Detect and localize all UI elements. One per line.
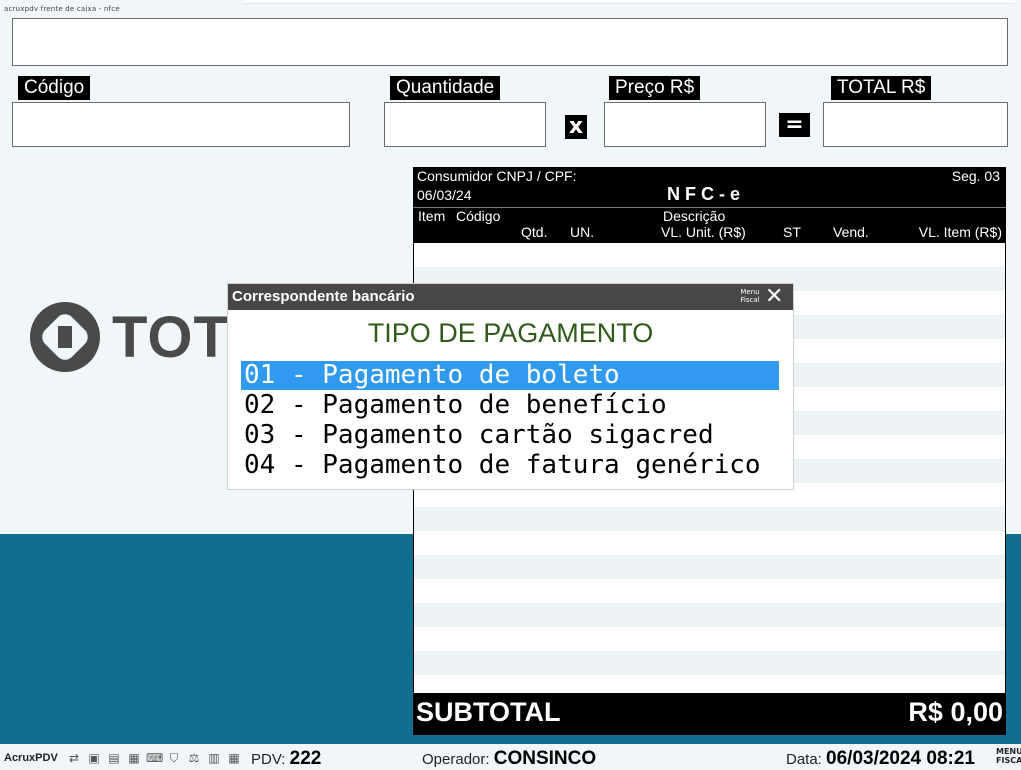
preco-label: Preço R$: [609, 76, 701, 100]
total-label: TOTAL R$: [831, 76, 932, 100]
consumidor-label: Consumidor CNPJ / CPF:: [417, 168, 577, 184]
operador-value: CONSINCO: [493, 748, 597, 769]
payment-option-fatura[interactable]: 04 - Pagamento de fatura genérico: [241, 451, 779, 480]
dialog-titlebar: Correspondente bancário Menu Fiscal ✕: [228, 284, 793, 310]
list-item: [414, 651, 1005, 675]
data-info: Data: 06/03/2024 08:21: [786, 748, 975, 770]
receipt-title: NFC-e: [667, 184, 745, 204]
operador-info: Operador: CONSINCO: [422, 748, 596, 770]
list-item: [414, 579, 1005, 603]
keyboard-icon[interactable]: ⌨: [146, 751, 163, 765]
col-vl-unit: VL. Unit. (R$): [661, 224, 746, 240]
total-field[interactable]: [823, 102, 1008, 147]
quantidade-label: Quantidade: [390, 76, 501, 100]
col-un: UN.: [570, 224, 595, 240]
receipt-header: Consumidor CNPJ / CPF: Seg. 03 06/03/24 …: [413, 167, 1006, 207]
segment-label: Seg. 03: [951, 168, 1000, 184]
equals-icon: =: [779, 113, 810, 137]
dialog-heading: TIPO DE PAGAMENTO: [367, 318, 654, 348]
menu-fiscal-button[interactable]: Menu Fiscal: [739, 288, 761, 304]
subtotal-bar: SUBTOTAL R$ 0,00: [413, 693, 1006, 735]
col-vend: Vend.: [833, 224, 869, 240]
preco-field[interactable]: [604, 102, 766, 147]
product-search-input[interactable]: [12, 18, 1008, 66]
menu-fiscal-status-button[interactable]: MENU FISCAL: [996, 747, 1021, 765]
col-qtd: Qtd.: [521, 224, 548, 240]
receipt-date: 06/03/24: [417, 187, 472, 203]
pdv-value: 222: [289, 748, 322, 769]
dialog-title: Correspondente bancário: [232, 288, 415, 305]
col-st: ST: [783, 224, 801, 240]
pdv-info: PDV: 222: [251, 748, 321, 770]
payment-option-sigacred[interactable]: 03 - Pagamento cartão sigacred: [241, 421, 779, 450]
shield-icon[interactable]: ⛉: [166, 751, 182, 765]
top-caption: acruxpdv frente de caixa - nfce: [4, 5, 120, 13]
list-item: [414, 531, 1005, 555]
payment-option-beneficio[interactable]: 02 - Pagamento de benefício: [241, 391, 779, 420]
col-descricao: Descrição: [663, 208, 726, 224]
quantidade-field[interactable]: [384, 102, 546, 147]
printer-icon[interactable]: ▦: [126, 751, 142, 765]
list-item: [414, 627, 1005, 651]
status-icons: ⇄ ▣ ▤ ▦ ⌨ ⛉ ⚖ ▥ ▦: [66, 751, 242, 765]
subtotal-label: SUBTOTAL: [416, 697, 561, 727]
payment-option-boleto[interactable]: 01 - Pagamento de boleto: [241, 361, 779, 390]
scale-icon[interactable]: ⚖: [186, 751, 202, 765]
col-item: Item: [418, 208, 446, 224]
monitor-icon[interactable]: ▤: [106, 751, 122, 765]
list-item: [414, 555, 1005, 579]
col-codigo: Código: [456, 208, 501, 224]
barcode-icon[interactable]: ▦: [226, 751, 242, 765]
codigo-label: Código: [18, 76, 91, 100]
logo-cut-shape: [58, 326, 72, 348]
col-vl-item: VL. Item (R$): [918, 224, 1002, 240]
multiply-icon: x: [565, 115, 587, 139]
list-item: [414, 603, 1005, 627]
data-value: 06/03/2024 08:21: [826, 748, 975, 769]
top-strip: [245, 0, 1015, 4]
computer-icon[interactable]: ▣: [86, 751, 102, 765]
pdv-label: PDV:: [251, 751, 286, 768]
codigo-field[interactable]: [12, 102, 350, 147]
app-name: AcruxPDV: [4, 752, 58, 764]
close-icon[interactable]: ✕: [765, 285, 783, 309]
subtotal-value: R$ 0,00: [908, 697, 1003, 727]
data-label: Data:: [786, 751, 822, 768]
network-icon[interactable]: ⇄: [66, 751, 82, 765]
receipt-column-header: Item Código Descrição Qtd. UN. VL. Unit.…: [413, 207, 1006, 243]
list-item: [414, 507, 1005, 531]
list-item: [414, 243, 1005, 267]
operador-label: Operador:: [422, 751, 490, 768]
card-reader-icon[interactable]: ▥: [206, 751, 222, 765]
